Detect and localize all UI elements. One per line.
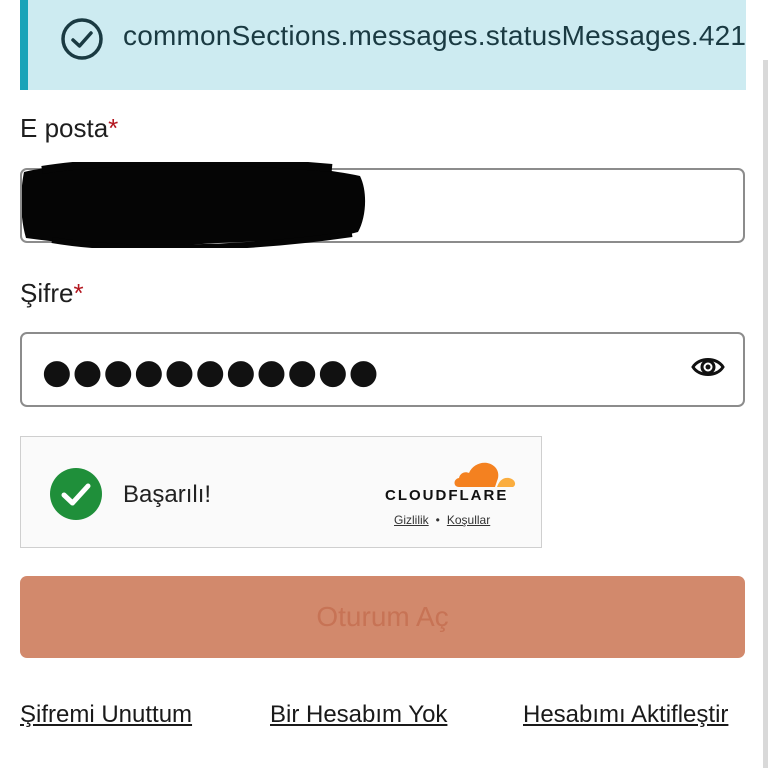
privacy-link[interactable]: Gizlilik (394, 513, 429, 527)
eye-icon[interactable] (691, 352, 725, 382)
captcha-status-text: Başarılı! (123, 481, 212, 508)
password-input[interactable]: ●●●●●●●●●●● (20, 332, 745, 407)
check-circle-icon (61, 18, 103, 60)
cloudflare-brand-text: CLOUDFLARE (385, 487, 509, 504)
password-masked-value: ●●●●●●●●●●● (42, 352, 380, 392)
required-mark: * (73, 278, 84, 308)
forgot-password-link[interactable]: Şifremi Unuttum (20, 701, 192, 729)
cloudflare-turnstile-widget: Başarılı! CLOUDFLARE Gizlilik • Koşullar (20, 436, 542, 548)
status-message: commonSections.messages.statusMessages.4… (123, 20, 746, 51)
cloudflare-links: Gizlilik • Koşullar (394, 513, 490, 527)
activate-account-link[interactable]: Hesabımı Aktifleştir (523, 701, 728, 729)
terms-link[interactable]: Koşullar (447, 513, 490, 527)
email-label-text: E posta (20, 113, 109, 143)
status-banner: commonSections.messages.statusMessages.4… (20, 0, 746, 90)
sign-in-button-label: Oturum Aç (316, 601, 449, 632)
email-input[interactable] (20, 162, 745, 248)
success-check-icon (50, 468, 102, 520)
cloudflare-logo-icon (454, 462, 516, 487)
link-separator: • (435, 513, 440, 527)
email-label: E posta* (20, 113, 118, 144)
no-account-link[interactable]: Bir Hesabım Yok (270, 701, 447, 729)
password-label: Şifre* (20, 278, 84, 309)
password-label-text: Şifre (20, 278, 74, 308)
sign-in-button[interactable]: Oturum Aç (20, 576, 745, 658)
redaction-scribble (22, 162, 365, 248)
scrollbar[interactable] (763, 60, 768, 768)
required-mark: * (108, 113, 119, 143)
